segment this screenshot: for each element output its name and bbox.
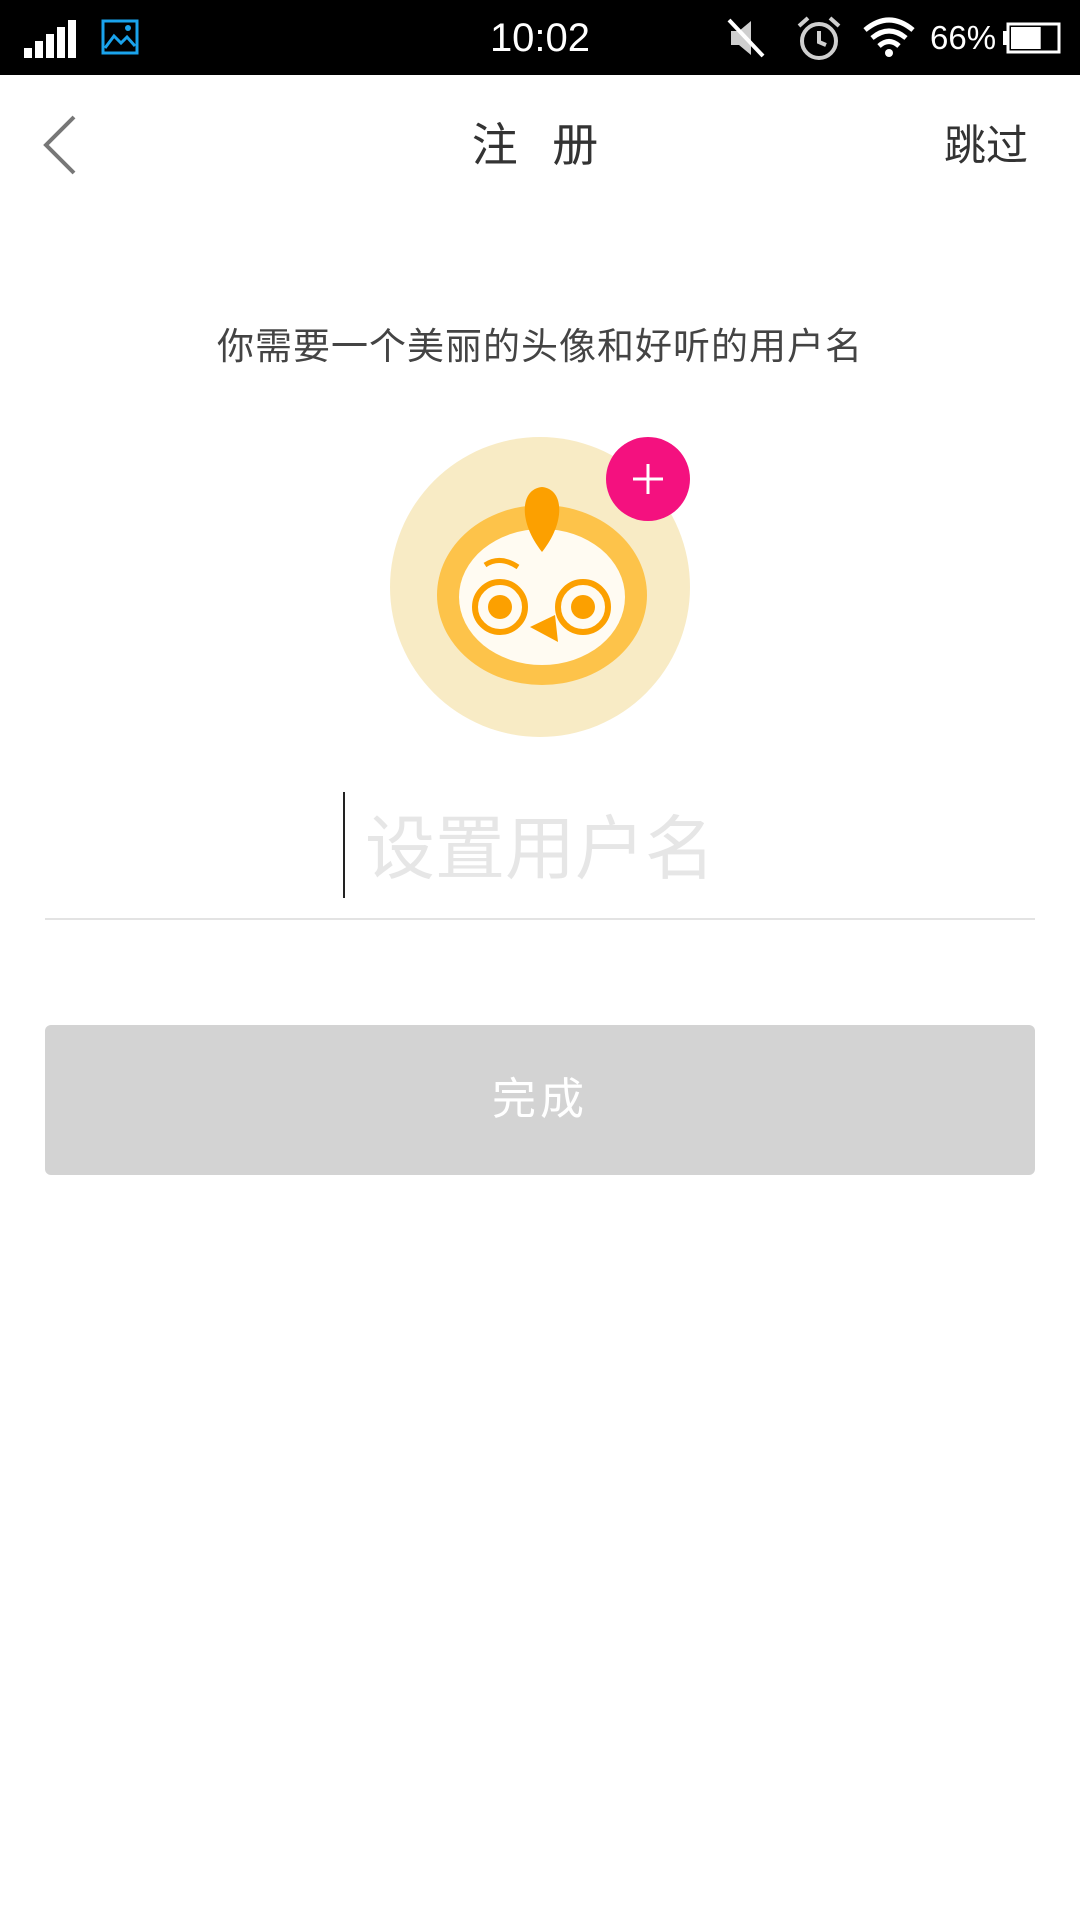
- plus-icon: [633, 464, 663, 494]
- status-time: 10:02: [489, 16, 591, 60]
- username-input[interactable]: [45, 780, 1035, 918]
- username-field[interactable]: [45, 780, 1035, 920]
- battery-percent: 66%: [930, 19, 997, 56]
- top-nav-bar: 注 册 跳过: [0, 75, 1080, 215]
- mute-icon: [727, 18, 765, 58]
- page-title: 注 册: [471, 118, 609, 172]
- text-cursor: [343, 792, 345, 898]
- instruction-text: 你需要一个美丽的头像和好听的用户名: [217, 325, 863, 368]
- alarm-icon: [797, 16, 841, 60]
- status-bar: 10:02 66%: [0, 0, 1080, 75]
- add-avatar-button[interactable]: [606, 437, 690, 521]
- done-button[interactable]: 完成: [45, 1025, 1035, 1175]
- skip-button[interactable]: 跳过: [944, 118, 1028, 174]
- battery-icon: [1003, 22, 1061, 54]
- wifi-icon: [863, 17, 915, 57]
